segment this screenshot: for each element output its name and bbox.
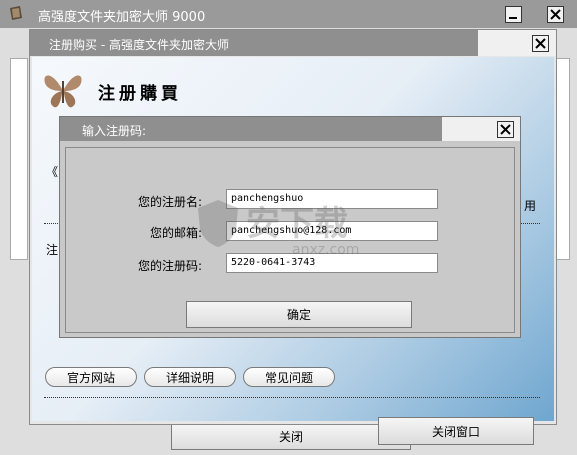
butterfly-logo: [42, 69, 84, 111]
watermark-domain: anxz.com: [292, 242, 360, 258]
details-link[interactable]: 详细说明: [144, 367, 236, 387]
watermark: 安下载 anxz.com: [196, 188, 386, 268]
main-content-strip-right: [556, 58, 570, 260]
main-titlebar: 高强度文件夹加密大师 9000: [0, 0, 577, 28]
reg-code-label: 您的注册码:: [137, 259, 202, 273]
dotted-divider-bottom: [44, 397, 540, 398]
close-icon: [500, 124, 511, 135]
faq-link[interactable]: 常见问题: [243, 367, 335, 387]
register-close-button[interactable]: [497, 121, 514, 138]
close-icon: [550, 9, 561, 20]
register-dialog-title: 输入注册码:: [82, 124, 147, 138]
confirm-button[interactable]: 确定: [186, 301, 412, 328]
purchase-heading: 注册購買: [98, 84, 182, 104]
main-content-strip: [10, 58, 28, 260]
reg-email-label: 您的邮箱:: [149, 226, 202, 240]
purchase-titlebar: 注册购买 - 高强度文件夹加密大师: [30, 30, 556, 56]
minimize-icon: [509, 17, 517, 19]
purchase-window-title: 注册购买 - 高强度文件夹加密大师: [49, 38, 229, 52]
main-close-button[interactable]: [547, 6, 564, 23]
main-close-bottom-button[interactable]: 关闭: [171, 423, 411, 450]
close-window-button[interactable]: 关闭窗口: [378, 417, 534, 445]
watermark-text: 安下载: [246, 204, 348, 244]
watermark-shield-icon: [196, 198, 240, 248]
official-site-link[interactable]: 官方网站: [45, 367, 137, 387]
main-window-title: 高强度文件夹加密大师 9000: [38, 10, 206, 25]
minimize-button[interactable]: [505, 6, 522, 23]
bg-left-char: 注: [46, 243, 59, 257]
purchase-close-button[interactable]: [532, 35, 549, 52]
close-icon: [535, 38, 546, 49]
bg-right-text: 用: [524, 199, 537, 213]
reg-name-label: 您的注册名:: [137, 195, 202, 209]
register-titlebar: 输入注册码:: [60, 117, 520, 141]
app-icon: [8, 5, 24, 21]
bg-left-mark: 《: [46, 165, 59, 179]
